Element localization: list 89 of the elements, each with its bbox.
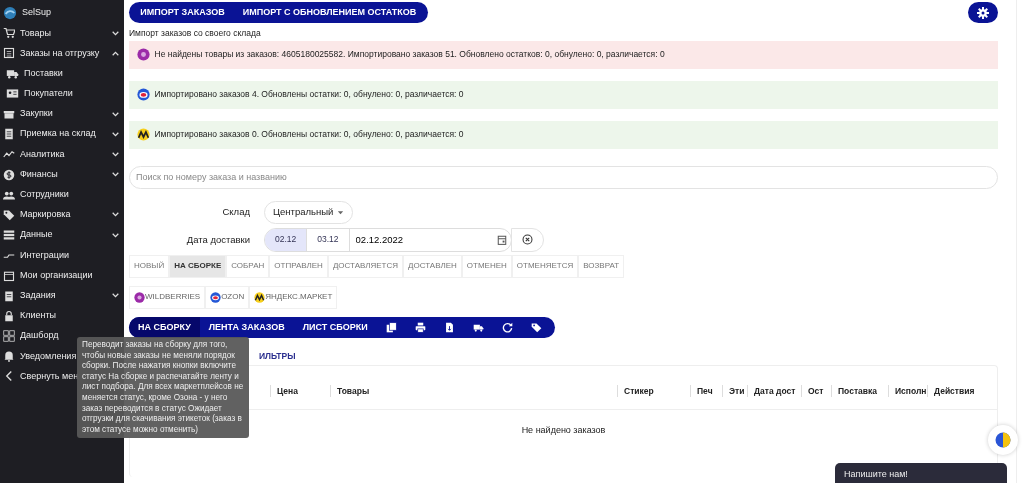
search-field[interactable]: Поиск по номеру заказа и названию [129,165,998,189]
sidebar-item[interactable]: Закупки [0,103,124,125]
list-icon [3,47,15,60]
clear-icon [522,234,533,246]
sidebar-item[interactable]: Задания [0,285,124,306]
column-header: Дата дост [747,384,801,398]
empty-message: Не найдено заказов [521,424,606,435]
status-tab[interactable]: СОБРАН [226,254,270,278]
status-tab[interactable]: ДОСТАВЛЯЕТСЯ [327,254,404,278]
status-tab[interactable]: НОВЫЙ [129,254,170,278]
calendar-icon[interactable] [496,234,507,245]
chat-widget[interactable]: Напишите нам! [835,463,1007,483]
document-icon [3,128,15,141]
clipboard-icon [3,289,15,302]
column-header: Цена [270,384,330,398]
alert-text: Не найдены товары из заказов: 4605180025582. Импортировано заказов 51. Обновлено остатков: 0, обнулено: 0, различается: 0 [154,48,665,62]
sidebar-item[interactable]: Заказы на отгрузку [0,43,124,64]
column-header: Действия [927,384,997,398]
marketplace-filter[interactable]: ЯНДЕКС.МАРКЕТ [249,285,338,309]
copy-icon [385,321,397,333]
import-caption: Импорт заказов со своего склада [129,27,262,40]
marketplace-filter[interactable]: OZON [205,285,250,309]
column-header: Поставка [831,384,888,398]
column-header: Эти [722,384,747,398]
status-tab[interactable]: НА СБОРКЕ [169,254,227,278]
sidebar-item[interactable]: Клиенты [0,305,61,326]
sidebar-item[interactable]: Данные [0,225,124,246]
ozon-logo-icon [210,291,222,303]
sidebar-item[interactable]: Мои организации [0,265,97,286]
field-label: Склад [221,205,251,220]
sidebar-subitem[interactable]: Поставки [0,63,124,84]
column-header: Товары [330,384,617,398]
sidebar-item[interactable]: Аналитика [0,144,124,165]
column-header: Печ [690,384,722,398]
sidebar-item[interactable]: Дашборд [0,326,63,347]
sidebar-item[interactable]: Интеграции [0,245,73,266]
status-tab[interactable]: ВОЗВРАТ [578,254,625,278]
column-header: Исполн [888,384,927,398]
ozon-logo-icon [137,88,150,102]
sidebar-item[interactable]: Приемка на склад [0,124,124,145]
sidebar-item[interactable]: Сотрудники [0,184,73,205]
status-tab[interactable]: ДОСТАВЛЕН [403,254,462,278]
chat-icon[interactable] [988,425,1018,455]
field-label: Дата доставки [185,232,251,247]
clear-date-button[interactable] [511,227,544,252]
file-download-icon [443,321,455,333]
alert-text: Импортировано заказов 4. Обновлены остатки: 0, обнулено: 0, различается: 0 [154,88,464,102]
rows-icon [3,229,15,242]
grid-icon [3,330,15,343]
logo-icon [3,6,17,21]
truck-icon [6,67,19,81]
dollar-icon [3,168,15,181]
sidebar-item[interactable]: Маркировка [0,204,124,226]
alert-text: Импортировано заказов 0. Обновлены остатки: 0, обнулено: 0, различается: 0 [154,128,464,142]
app-logo-text: SelSup [22,6,53,20]
wb-logo-icon [134,291,145,303]
column-header: Стикер [617,384,690,398]
status-tab[interactable]: ОТМЕНЕН [461,254,512,278]
lock-icon [3,309,15,322]
caret-icon [337,208,345,216]
wb-logo-icon [137,48,150,62]
action-button[interactable]: ЛЕНТА ЗАКАЗОВ [199,316,294,338]
date-preset-button[interactable]: 02.12 [265,228,308,251]
action-button[interactable]: ЛИСТ СБОРКИ [293,316,377,338]
building-icon [3,269,15,282]
sidebar-subitem[interactable]: Покупатели [0,83,124,104]
import-button[interactable]: ИМПОРТ С ОБНОВЛЕНИЕМ ОСТАТКОВ [233,2,426,23]
tooltip: Переводит заказы на сборку для того, чтобы новые заказы не меняли порядок сборки. После нажатия кнопки включите статус На сборке и распечатайте ленту и лист подбора. Для всех маркетплейсов не меняется статус, кроме Озона - у него заказ переводится в статус Ожидает отгрузки для скачивания этикеток (заказ в этом статусе можно отменить) [77,337,249,439]
bell-icon [3,350,15,363]
import-button[interactable]: ИМПОРТ ЗАКАЗОВ [131,2,234,23]
contact-card-icon [6,87,19,101]
column-header: Ост [801,384,831,398]
store-icon [3,108,15,121]
sidebar-item[interactable]: Финансы [0,164,124,185]
tag-icon [3,208,15,221]
sidebar-item[interactable]: Товары [0,23,124,44]
action-button[interactable]: НА СБОРКУ [129,316,200,338]
yandex-market-logo-icon [137,128,150,142]
marketplace-filter[interactable]: WILDBERRIES [129,285,206,309]
filters-link[interactable]: ИЛЬТРЫ [259,349,998,363]
status-tab[interactable]: ОТПРАВЛЕН [269,254,328,278]
refresh-icon [501,321,513,333]
tag-icon [530,321,542,333]
yandex-market-logo-icon [254,291,266,303]
print-icon [414,321,426,333]
status-tab[interactable]: ОТМЕНЯЕТСЯ [511,254,579,278]
settings-icon [977,6,989,19]
cart-icon [3,27,15,40]
settings-button[interactable] [968,2,998,23]
